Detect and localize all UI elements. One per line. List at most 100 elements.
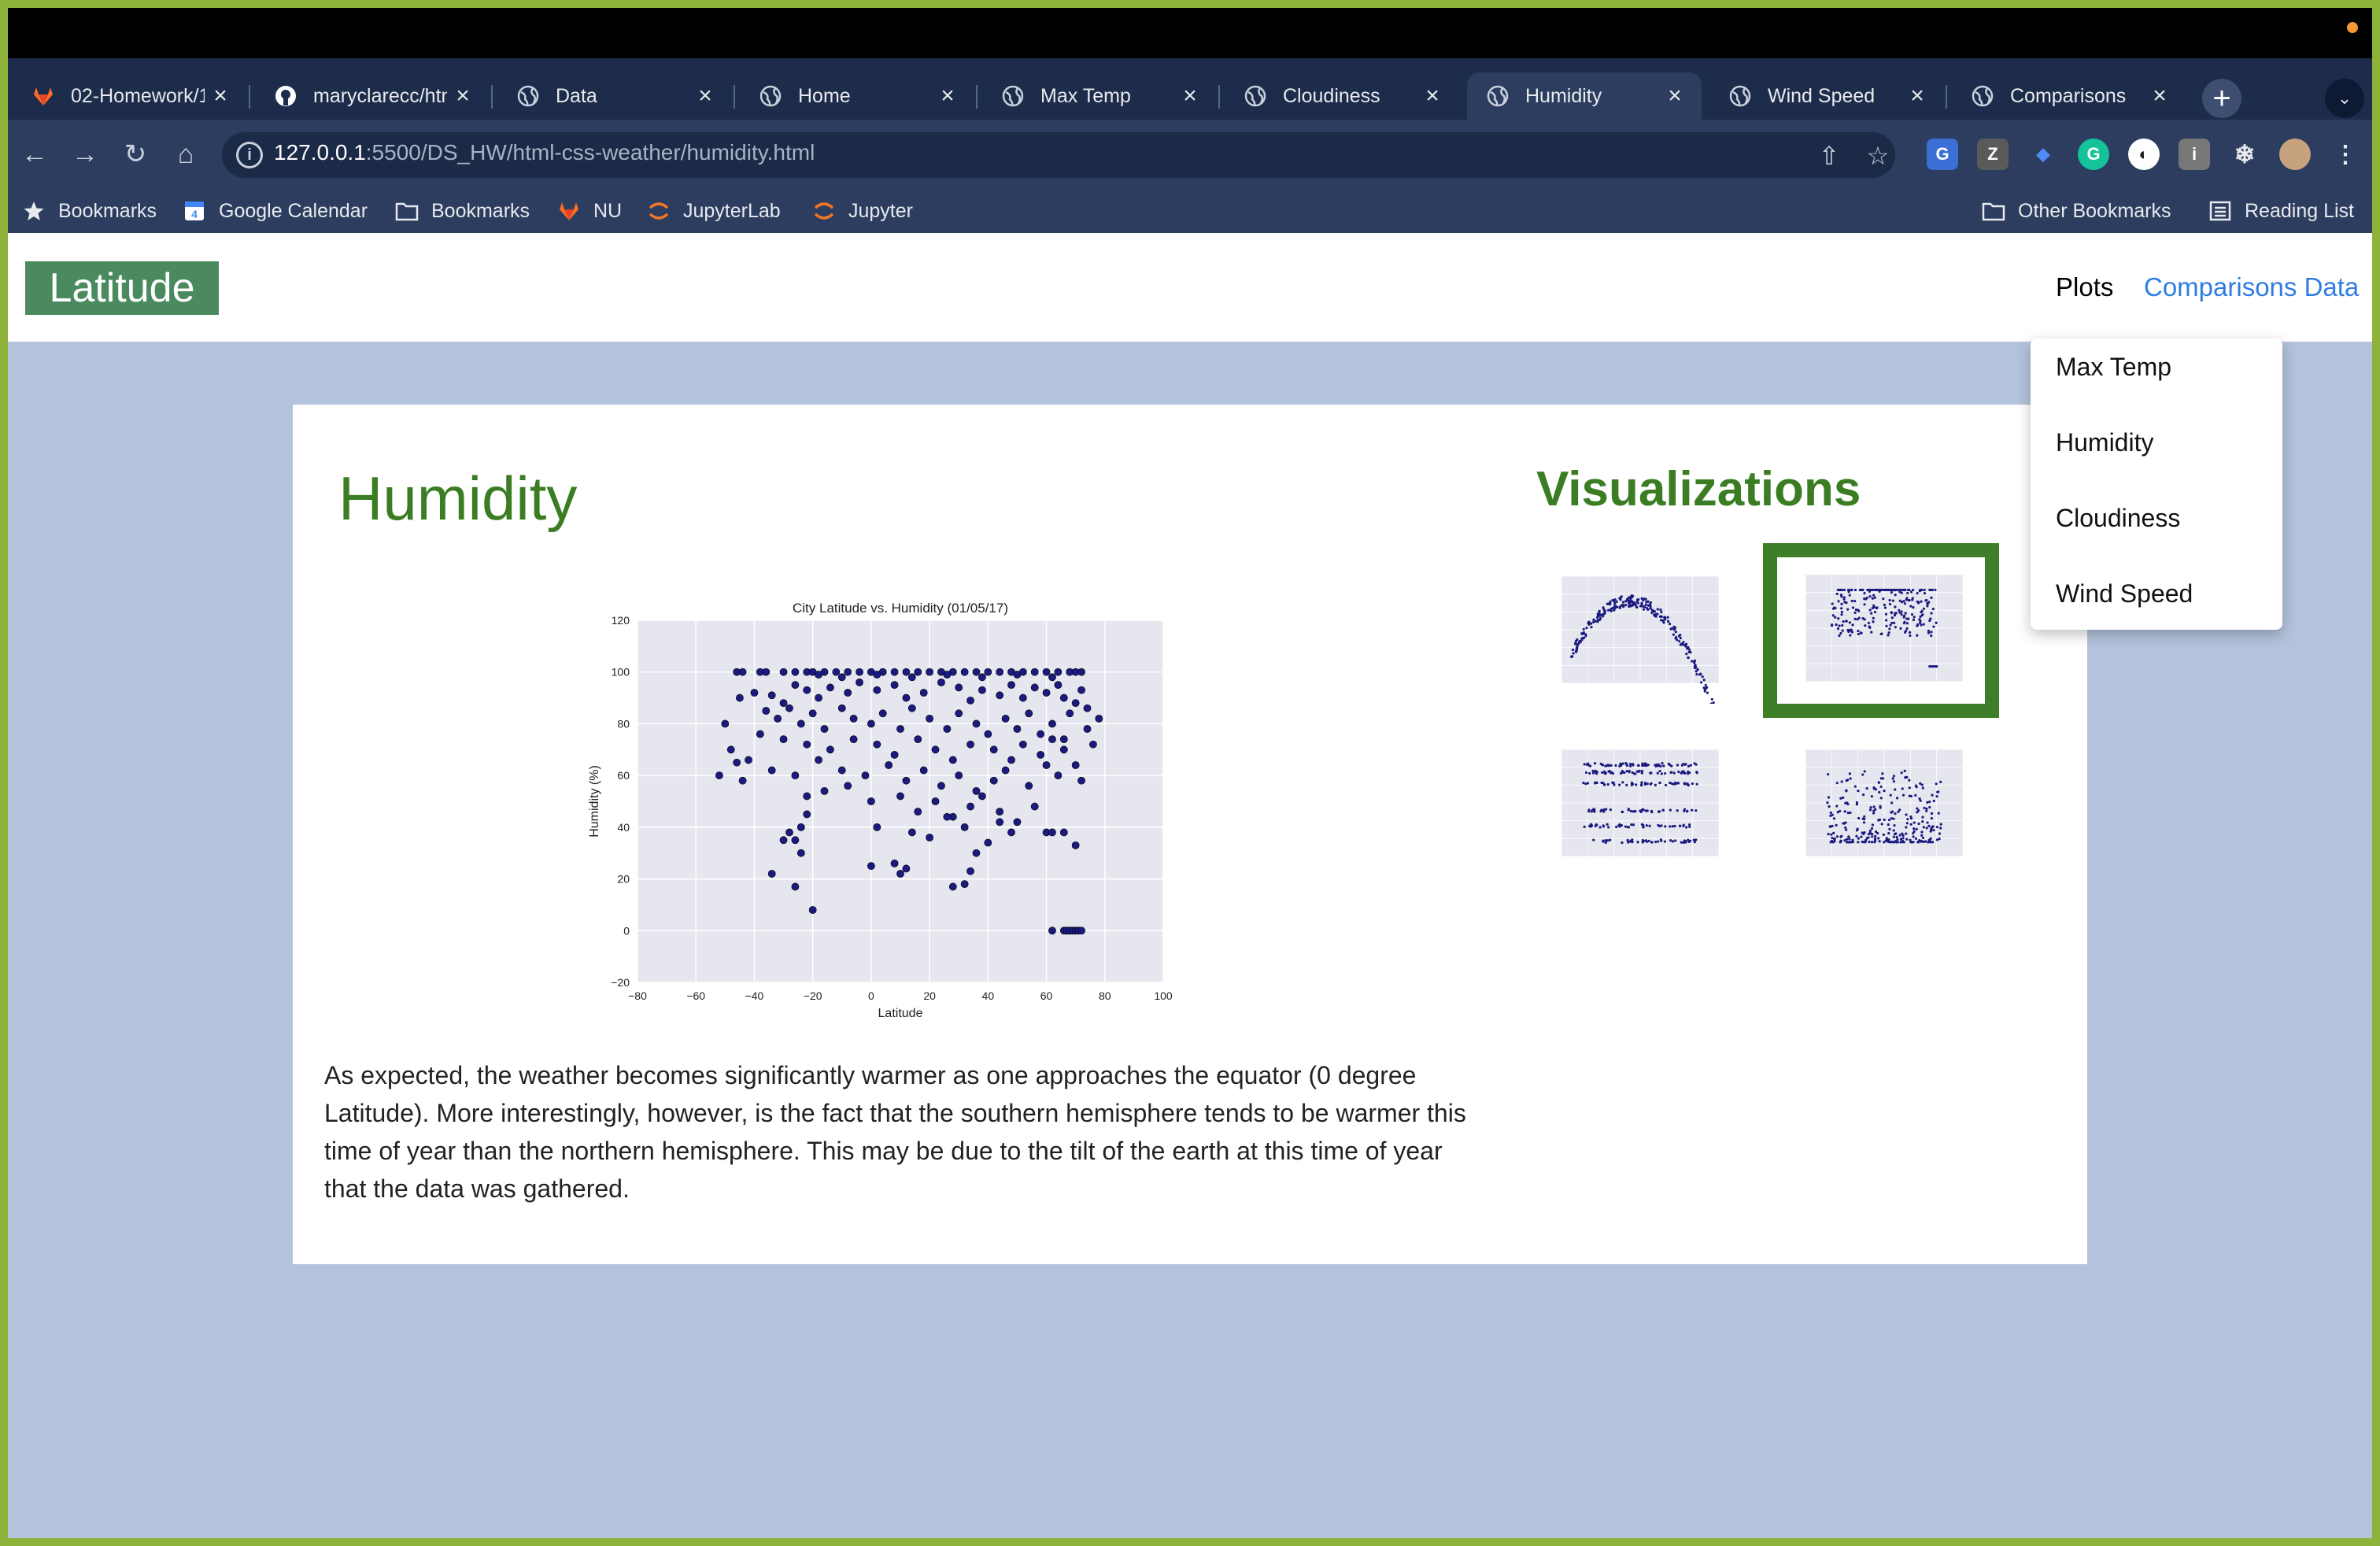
data-point: [738, 776, 747, 785]
close-icon[interactable]: ×: [205, 83, 236, 109]
close-icon[interactable]: ×: [2144, 83, 2175, 109]
extension-circle-icon[interactable]: ◐: [2128, 139, 2160, 170]
tab-search-chevron-icon[interactable]: ⌄: [2325, 79, 2364, 118]
tab-separator: [491, 85, 493, 109]
thumbnail-point: [1903, 769, 1906, 772]
close-icon[interactable]: ×: [1417, 83, 1448, 109]
thumbnail-point: [1695, 771, 1698, 774]
bookmark-bookmarks[interactable]: Bookmarks: [22, 194, 157, 228]
thumbnail-point: [1926, 605, 1929, 608]
thumbnail-point: [1887, 819, 1891, 822]
other-bookmarks[interactable]: Other Bookmarks: [1982, 194, 2171, 228]
bookmark-jupyterlab[interactable]: JupyterLab: [647, 194, 781, 228]
zotero-extension-icon[interactable]: Z: [1977, 139, 2009, 170]
data-point: [808, 709, 817, 718]
thumbnail-point: [1921, 820, 1924, 823]
share-icon[interactable]: ⇧: [1812, 139, 1846, 173]
bookmark-star-icon[interactable]: ☆: [1861, 139, 1895, 173]
thumbnail-point: [1927, 824, 1931, 827]
reload-icon[interactable]: ↻: [116, 135, 154, 173]
profile-avatar[interactable]: [2279, 139, 2311, 170]
grammarly-extension-icon[interactable]: G: [2078, 139, 2109, 170]
thumbnail-point: [1912, 618, 1916, 622]
thumbnail-point: [1836, 811, 1839, 814]
new-tab-button[interactable]: +: [2202, 79, 2241, 118]
thumbnail-point: [1901, 834, 1905, 838]
thumbnail-point: [1911, 598, 1914, 601]
forward-arrow-icon[interactable]: →: [66, 135, 104, 173]
close-icon[interactable]: ×: [689, 83, 721, 109]
brand-logo[interactable]: Latitude: [25, 261, 219, 315]
tab-data[interactable]: Data ×: [497, 72, 732, 120]
thumbnail-point: [1602, 606, 1605, 609]
dropdown-item-max-temp[interactable]: Max Temp: [2056, 353, 2171, 382]
tab-02-homework-1[interactable]: 02-Homework/1 ×: [13, 72, 247, 120]
thumbnail-point: [1632, 763, 1635, 766]
thumbnail-point: [1837, 600, 1840, 603]
close-icon[interactable]: ×: [447, 83, 479, 109]
thumbnail-wind-speed[interactable]: [1788, 740, 1969, 877]
thumbnail-max-temp[interactable]: [1544, 567, 1725, 704]
thumbnail-point: [1621, 810, 1624, 814]
data-point: [955, 683, 963, 692]
home-icon[interactable]: ⌂: [167, 135, 205, 173]
thumbnail-point: [1909, 590, 1913, 594]
thumbnail-point: [1637, 764, 1640, 767]
thumbnail-point: [1895, 835, 1898, 839]
data-point: [735, 693, 744, 702]
nav-comparisons-link[interactable]: Comparisons Data: [2144, 272, 2359, 302]
thumbnail-point: [1644, 603, 1648, 606]
tab-maryclarecc-htm[interactable]: maryclarecc/htm ×: [255, 72, 490, 120]
translate-extension-icon[interactable]: G: [1927, 139, 1958, 170]
dropdown-item-cloudiness[interactable]: Cloudiness: [2056, 504, 2180, 533]
thumbnail-point: [1912, 588, 1915, 592]
thumbnail-point: [1894, 594, 1897, 597]
thumbnail-point: [1664, 825, 1667, 828]
bookmark-bookmarks[interactable]: Bookmarks: [395, 194, 530, 228]
info-extension-icon[interactable]: i: [2179, 139, 2210, 170]
tab-cloudiness[interactable]: Cloudiness ×: [1225, 72, 1459, 120]
thumbnail-point: [1631, 771, 1634, 775]
tab-wind-speed[interactable]: Wind Speed ×: [1709, 72, 1944, 120]
thumbnail-point: [1694, 664, 1697, 667]
data-point: [948, 756, 957, 764]
reading-list[interactable]: Reading List: [2208, 194, 2354, 228]
thumbnail-point: [1628, 840, 1632, 843]
tab-humidity[interactable]: Humidity ×: [1467, 72, 1702, 120]
close-icon[interactable]: ×: [1174, 83, 1206, 109]
tab-comparisons[interactable]: Comparisons ×: [1952, 72, 2186, 120]
tab-max-temp[interactable]: Max Temp ×: [982, 72, 1217, 120]
thumbnail-point: [1847, 630, 1850, 633]
data-point: [955, 709, 963, 718]
thumbnail-point: [1878, 790, 1881, 794]
menu-kebab-icon[interactable]: ⋮: [2330, 139, 2361, 170]
dropdown-item-humidity[interactable]: Humidity: [2056, 428, 2153, 457]
close-icon[interactable]: ×: [1901, 83, 1933, 109]
thumbnail-point: [1590, 626, 1593, 629]
thumbnail-point: [1660, 611, 1663, 614]
extensions-puzzle-icon[interactable]: ❄: [2229, 139, 2260, 170]
data-point: [943, 725, 952, 733]
thumbnail-point: [1932, 625, 1935, 628]
close-icon[interactable]: ×: [1659, 83, 1691, 109]
thumbnail-humidity[interactable]: [1788, 565, 1969, 702]
bookmark-nu[interactable]: NU: [557, 194, 622, 228]
bookmark-google-calendar[interactable]: 4 Google Calendar: [183, 194, 368, 228]
nav-plots-link[interactable]: Plots: [2056, 272, 2113, 302]
thumbnail-point: [1620, 763, 1623, 766]
thumbnail-point: [1677, 634, 1680, 638]
data-point: [1054, 771, 1062, 780]
bookmark-jupyter[interactable]: Jupyter: [812, 194, 913, 228]
data-point: [902, 693, 911, 702]
dropdown-item-wind-speed[interactable]: Wind Speed: [2056, 579, 2193, 608]
url-text[interactable]: 127.0.0.1:5500/DS_HW/html-css-weather/hu…: [274, 140, 815, 165]
thumbnail-point: [1908, 786, 1911, 790]
close-icon[interactable]: ×: [932, 83, 963, 109]
extension-icon[interactable]: ◆: [2027, 139, 2059, 170]
site-info-icon[interactable]: i: [236, 142, 263, 168]
thumbnail-plot: [1805, 749, 1964, 857]
back-arrow-icon[interactable]: ←: [16, 135, 54, 173]
tab-home[interactable]: Home ×: [740, 72, 974, 120]
data-point: [767, 691, 776, 700]
thumbnail-cloudiness[interactable]: [1544, 740, 1725, 877]
